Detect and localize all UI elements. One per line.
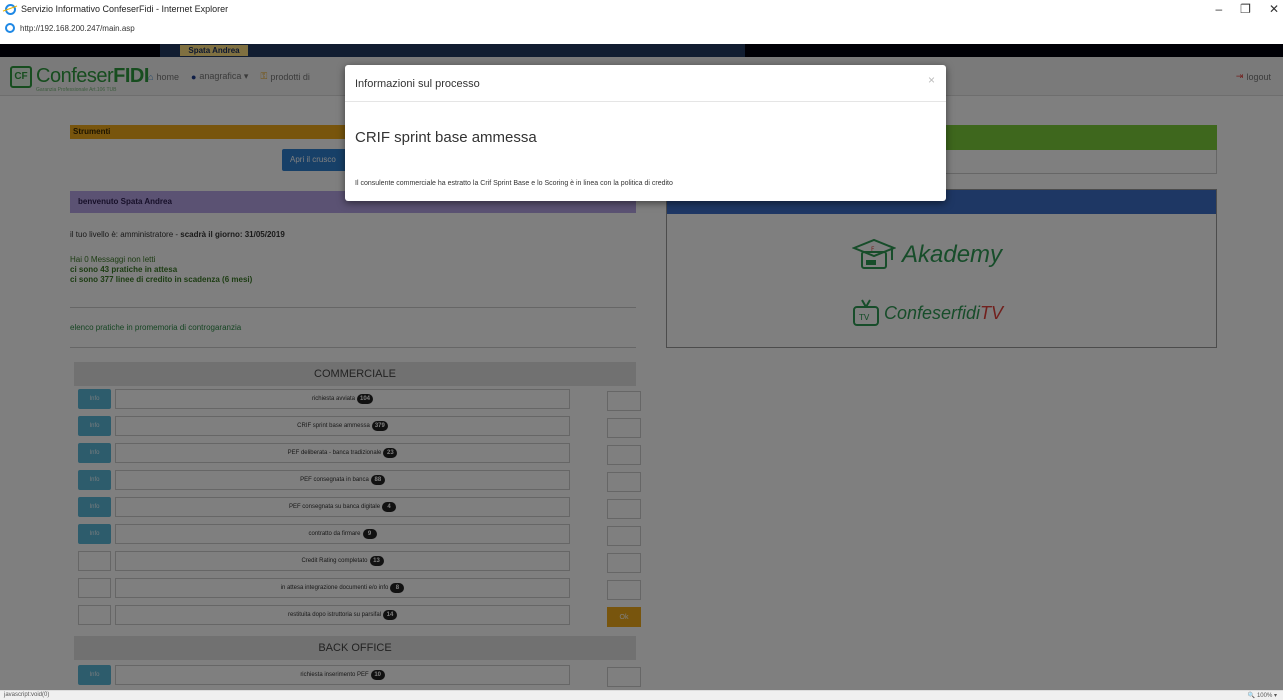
process-info-modal: Informazioni sul processo × CRIF sprint … (345, 65, 946, 201)
url-field[interactable]: http://192.168.200.247/main.asp (20, 24, 135, 33)
modal-description: Il consulente commerciale ha estratto la… (355, 180, 673, 187)
status-bar: javascript:void(0) 🔍 100% ▾ (0, 690, 1283, 700)
window-title: Servizio Informativo ConfeserFidi - Inte… (21, 4, 229, 14)
modal-title: Informazioni sul processo (355, 78, 480, 90)
modal-header: Informazioni sul processo × (345, 65, 946, 102)
modal-heading: CRIF sprint base ammessa (355, 129, 537, 146)
close-window-button[interactable]: ✕ (1269, 2, 1279, 16)
window-controls: – ❐ ✕ (1215, 2, 1279, 16)
page-icon (5, 23, 15, 33)
window-titlebar: Servizio Informativo ConfeserFidi - Inte… (0, 0, 1283, 18)
status-text: javascript:void(0) (4, 692, 50, 698)
internet-explorer-icon (5, 3, 16, 15)
close-icon[interactable]: × (928, 73, 935, 87)
zoom-control[interactable]: 🔍 100% ▾ (1248, 692, 1277, 699)
restore-button[interactable]: ❐ (1240, 2, 1251, 16)
minimize-button[interactable]: – (1215, 2, 1222, 16)
address-bar: http://192.168.200.247/main.asp (0, 18, 1283, 38)
